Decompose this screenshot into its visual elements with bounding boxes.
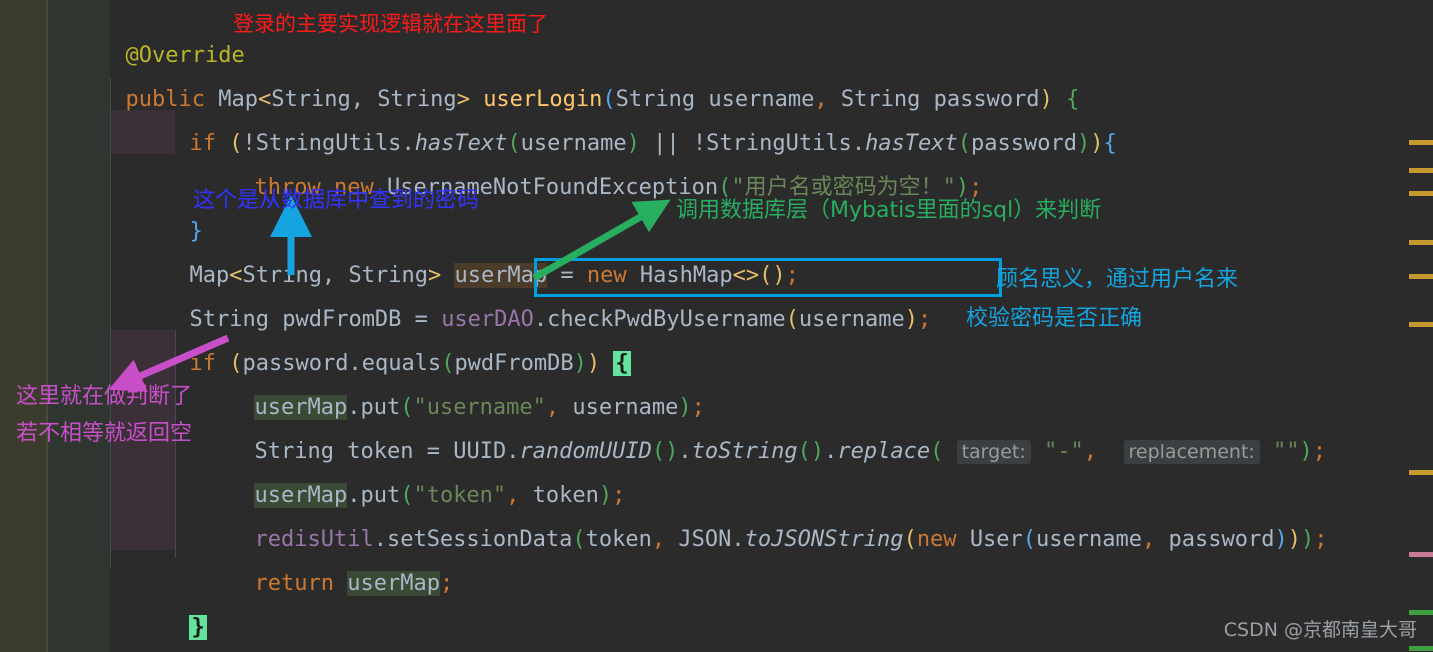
annotation-judgement-1: 这里就在做判断了 [16,384,193,409]
scrollbar-marker[interactable] [1409,140,1433,145]
scrollbar-marker[interactable] [1409,240,1433,245]
annotation-dao-layer: 调用数据库层（Mybatis里面的sql）来判断 [676,198,1102,223]
inlay-hint-target: target: [956,440,1031,464]
inlay-hint-replacement: replacement: [1123,440,1260,464]
scrollbar-marker[interactable] [1409,191,1433,196]
scrollbar-marker[interactable] [1409,646,1433,651]
code-line-15[interactable]: return null; [110,606,348,652]
scrollbar-marker[interactable] [1409,274,1433,279]
annotation-db-password: 这个是从数据库中查到的密码 [193,188,480,213]
scrollbar-marker[interactable] [1409,552,1433,557]
annotation-judgement-2: 若不相等就返回空 [16,421,193,446]
scrollbar-marker[interactable] [1409,168,1433,173]
code-editor[interactable]: @Override public Map<String, String> use… [0,0,1433,652]
code-text-layer: @Override public Map<String, String> use… [0,0,1433,652]
annotation-login-logic: 登录的主要实现逻辑就在这里面了 [233,12,548,36]
csdn-watermark: CSDN @京都南皇大哥 [1223,619,1417,641]
scrollbar-marker[interactable] [1409,470,1433,475]
highlight-box-method-call [534,258,1002,297]
annotation-verify-1: 顾名思义，通过用户名来 [996,267,1239,292]
annotation-verify-2: 校验密码是否正确 [966,306,1143,331]
scrollbar-marker[interactable] [1409,322,1433,327]
